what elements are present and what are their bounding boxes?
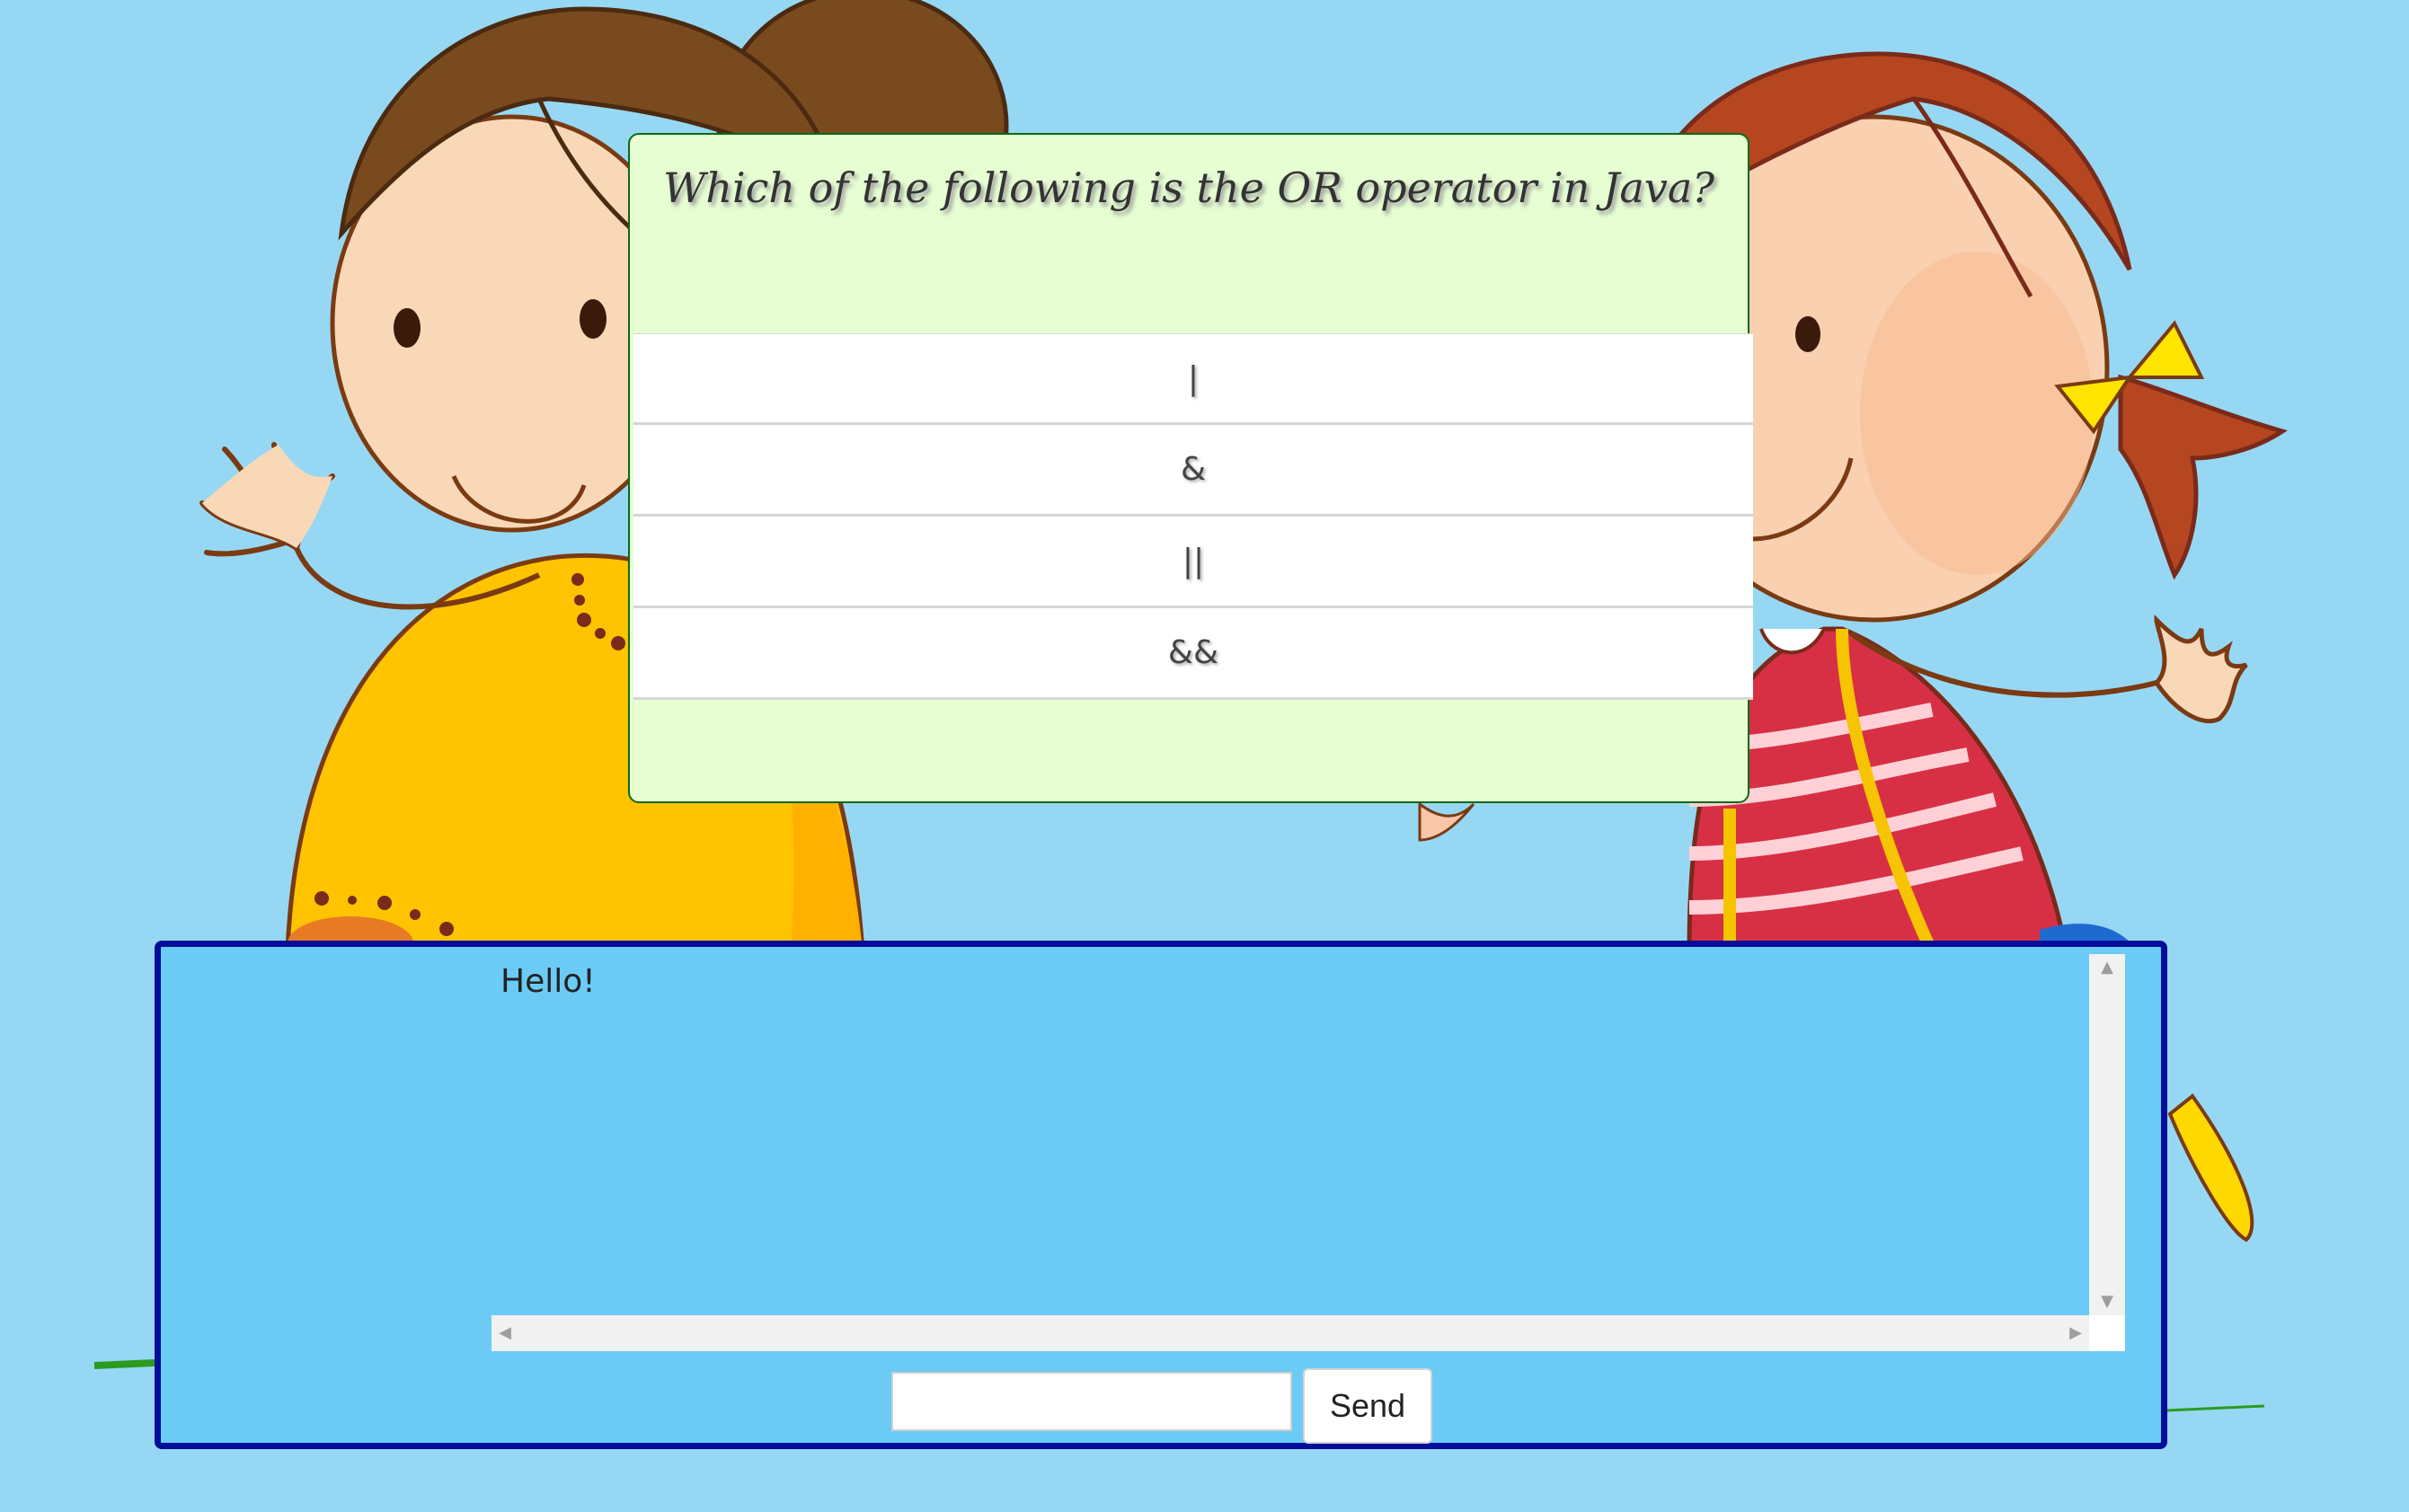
scroll-up-arrow-icon[interactable]: ▲ xyxy=(2089,954,2125,981)
chat-panel: Hello! ▲ ▼ ◀ ▶ Send xyxy=(155,941,2167,1449)
horizontal-scrollbar[interactable]: ◀ ▶ xyxy=(492,1315,2089,1351)
chat-message-input[interactable] xyxy=(891,1372,1292,1431)
question-text: Which of the following is the OR operato… xyxy=(663,164,1714,212)
answer-option[interactable]: && xyxy=(633,608,1753,700)
answer-option[interactable]: | xyxy=(633,333,1753,425)
answer-option[interactable]: & xyxy=(633,425,1753,517)
quiz-page: Which of the following is the OR operato… xyxy=(0,0,2409,1512)
vertical-scrollbar[interactable]: ▲ ▼ xyxy=(2089,954,2125,1315)
quiz-card: Which of the following is the OR operato… xyxy=(628,133,1753,803)
scrollbar-corner xyxy=(2089,1315,2125,1351)
chat-message: Hello! xyxy=(500,963,596,1000)
answer-list: | & || && xyxy=(633,333,1753,700)
chat-log[interactable]: Hello! ▲ ▼ ◀ ▶ xyxy=(492,954,2125,1357)
scroll-left-arrow-icon[interactable]: ◀ xyxy=(492,1315,518,1351)
send-button[interactable]: Send xyxy=(1303,1368,1432,1444)
grass-line-left xyxy=(93,1359,155,1369)
answer-option[interactable]: || xyxy=(633,517,1753,608)
scroll-down-arrow-icon[interactable]: ▼ xyxy=(2089,1288,2125,1315)
scroll-right-arrow-icon[interactable]: ▶ xyxy=(2062,1315,2089,1351)
grass-line-right xyxy=(2165,1404,2265,1412)
